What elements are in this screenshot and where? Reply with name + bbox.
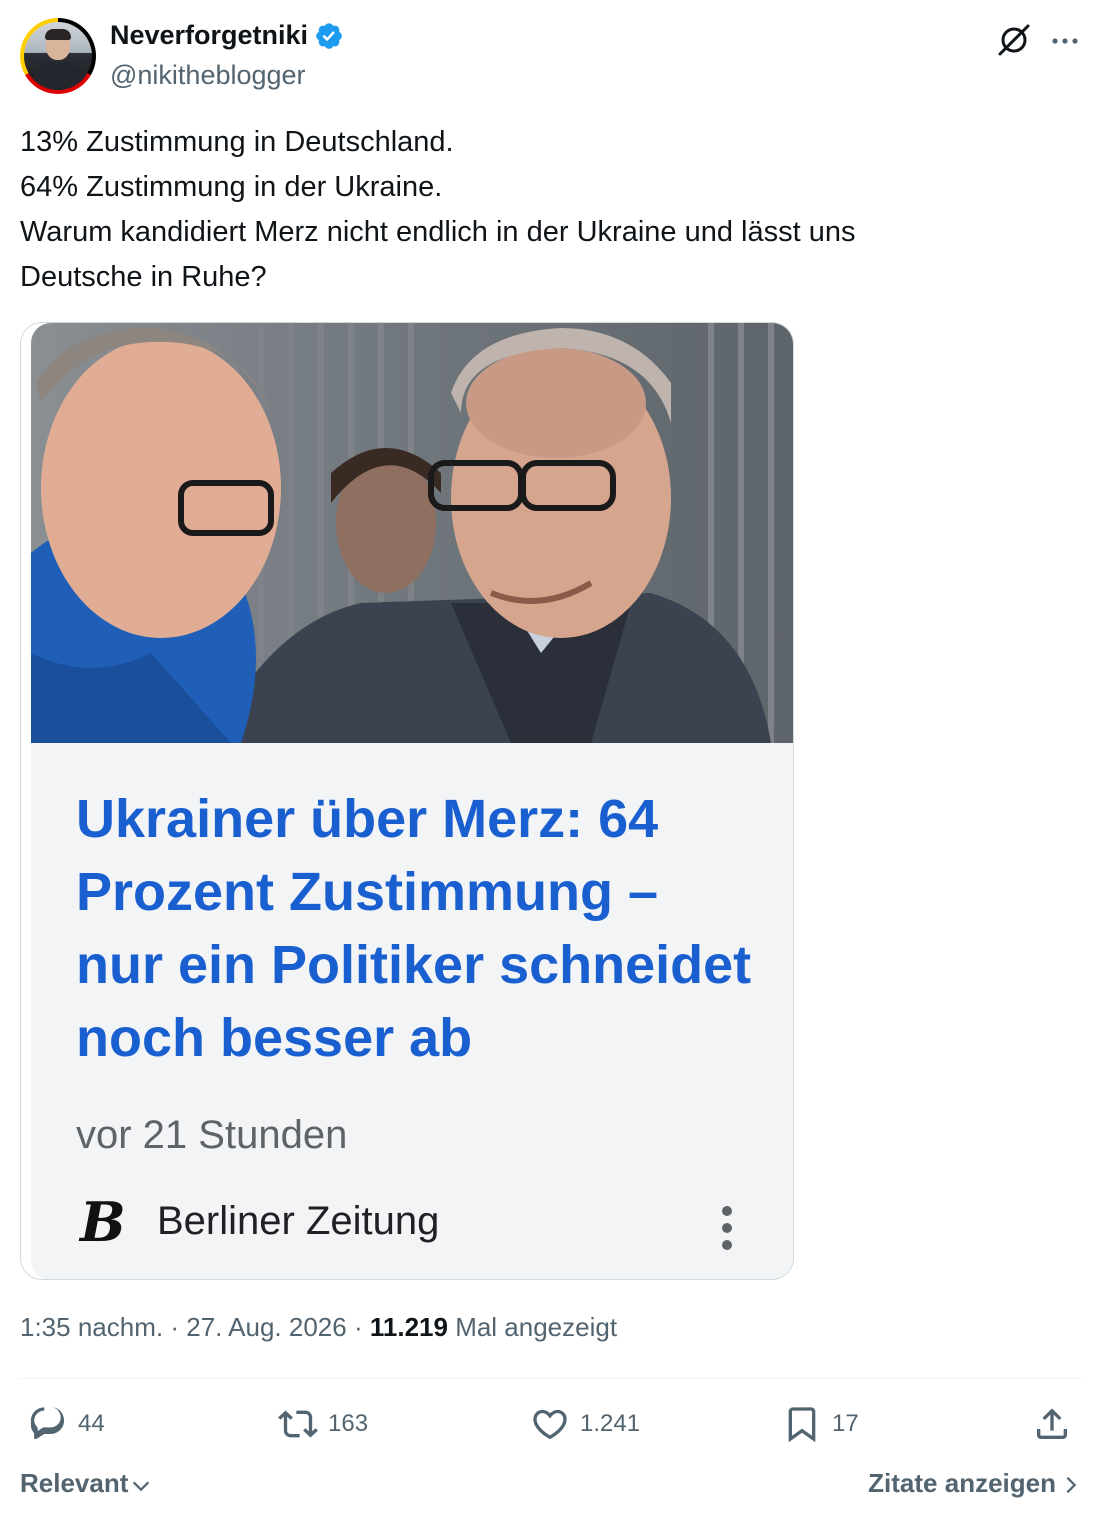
sort-dropdown[interactable]: Relevant	[20, 1468, 152, 1499]
article-source-name: Berliner Zeitung	[157, 1199, 440, 1243]
author-handle[interactable]: @nikitheblogger	[110, 60, 306, 91]
tweet-text-line: Deutsche in Ruhe?	[20, 261, 267, 293]
reply-icon	[30, 1407, 65, 1440]
meta-separator: ·	[353, 1312, 363, 1342]
meta-separator: ·	[170, 1312, 179, 1342]
bookmark-icon	[788, 1407, 816, 1443]
bookmark-button[interactable]: 17	[782, 1396, 859, 1452]
tweet-meta: 1:35 nachm. · 27. Aug. 2026 · 11.219 Mal…	[20, 1312, 617, 1343]
tweet-text: 13% Zustimmung in Deutschland. 64% Zusti…	[20, 120, 1080, 300]
share-icon	[1037, 1408, 1067, 1439]
tweet-time[interactable]: 1:35 nachm.	[20, 1312, 163, 1342]
article-headline[interactable]: Ukrainer über Merz: 64 Prozent Zustimmun…	[76, 783, 776, 1075]
news-photo[interactable]	[31, 323, 793, 743]
verified-badge-icon	[316, 22, 342, 49]
tweet-date[interactable]: 27. Aug. 2026	[186, 1312, 346, 1342]
berliner-zeitung-logo-icon: B	[78, 1191, 126, 1251]
reply-button[interactable]: 44	[28, 1396, 105, 1452]
action-bar: 44 163 1.241 17	[20, 1396, 1082, 1452]
chevron-down-icon	[133, 1481, 150, 1491]
headline-line: Ukrainer über Merz: 64	[76, 789, 659, 849]
avatar[interactable]	[20, 18, 96, 94]
article-preview[interactable]: Ukrainer über Merz: 64 Prozent Zustimmun…	[31, 743, 793, 1279]
news-photo-image	[31, 323, 793, 743]
headline-line: nur ein Politiker schneidet	[76, 935, 752, 995]
tweet-header: Neverforgetniki @nikitheblogger	[20, 18, 1082, 98]
quotes-label: Zitate anzeigen	[868, 1468, 1056, 1498]
headline-line: noch besser ab	[76, 1008, 473, 1068]
tweet-text-line: Warum kandidiert Merz nicht endlich in d…	[20, 216, 856, 248]
like-count: 1.241	[580, 1410, 641, 1437]
divider	[20, 1378, 1082, 1379]
media-card[interactable]: Ukrainer über Merz: 64 Prozent Zustimmun…	[20, 322, 794, 1280]
more-icon[interactable]	[1048, 26, 1082, 56]
like-button[interactable]: 1.241	[530, 1396, 640, 1452]
avatar-photo	[24, 22, 92, 90]
author-name-row: Neverforgetniki	[110, 20, 344, 51]
article-time-ago: vor 21 Stunden	[76, 1113, 348, 1157]
tweet-text-line: 64% Zustimmung in der Ukraine.	[20, 171, 443, 203]
tweet-text-line: 13% Zustimmung in Deutschland.	[20, 126, 454, 158]
chevron-right-icon	[1066, 1476, 1077, 1493]
views-count: 11.219	[369, 1312, 448, 1342]
svg-text:B: B	[78, 1191, 126, 1251]
tweet-footer: Relevant Zitate anzeigen	[20, 1462, 1082, 1506]
share-button[interactable]	[1032, 1396, 1072, 1452]
grok-icon[interactable]	[996, 22, 1032, 58]
sort-label: Relevant	[20, 1468, 129, 1498]
heart-icon	[533, 1409, 567, 1440]
author-display-name[interactable]: Neverforgetniki	[110, 20, 308, 51]
views-label: Mal angezeigt	[455, 1312, 618, 1342]
repost-icon	[278, 1410, 318, 1438]
reply-count: 44	[78, 1410, 105, 1437]
headline-line: Prozent Zustimmung –	[76, 862, 659, 922]
kebab-menu-icon[interactable]	[717, 1203, 737, 1253]
bookmark-count: 17	[832, 1410, 859, 1437]
repost-button[interactable]: 163	[278, 1396, 368, 1452]
view-quotes-link[interactable]: Zitate anzeigen	[868, 1468, 1082, 1499]
repost-count: 163	[328, 1410, 369, 1437]
